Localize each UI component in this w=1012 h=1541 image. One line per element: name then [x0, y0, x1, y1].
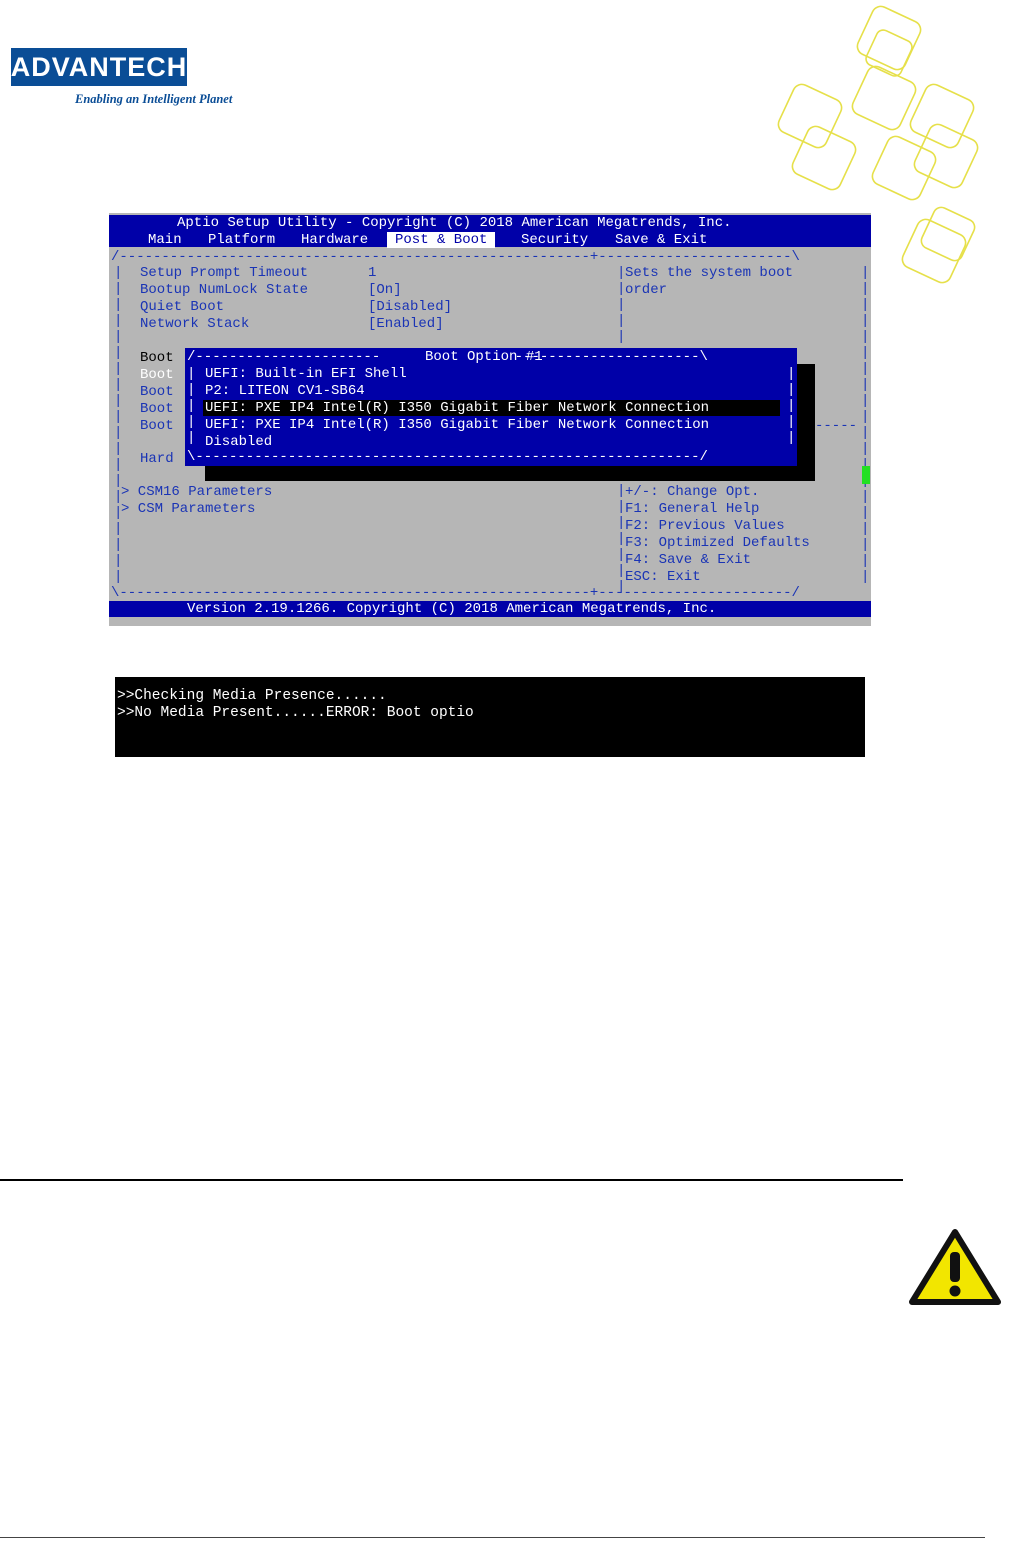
- tab-security[interactable]: Security: [521, 232, 588, 248]
- boot-option[interactable]: Disabled: [205, 434, 272, 450]
- bios-title: Aptio Setup Utility - Copyright (C) 2018…: [177, 215, 732, 231]
- frame-left-border: | | | | | | | | | | | | | | | | | | | |: [114, 265, 123, 585]
- boot-label[interactable]: Hard: [140, 451, 174, 467]
- section-divider: [0, 1179, 903, 1181]
- submenu-csm[interactable]: > CSM Parameters: [121, 501, 255, 517]
- setting-label[interactable]: Network Stack: [140, 316, 249, 332]
- key-hint: ESC: Exit: [625, 569, 701, 585]
- key-hint: +/-: Change Opt.: [625, 484, 760, 500]
- boot-label[interactable]: Boot: [140, 418, 174, 434]
- boot-option[interactable]: UEFI: PXE IP4 Intel(R) I350 Gigabit Fibe…: [205, 417, 709, 433]
- setting-label[interactable]: Setup Prompt Timeout: [140, 265, 308, 281]
- warning-triangle-icon: [909, 1229, 1001, 1305]
- tab-platform[interactable]: Platform: [208, 232, 275, 248]
- frame-bottom-border: \---------------------------------------…: [111, 585, 800, 601]
- scroll-indicator: [862, 466, 870, 484]
- setting-value[interactable]: [On]: [368, 282, 402, 298]
- boot-option[interactable]: UEFI: Built-in EFI Shell: [205, 366, 407, 382]
- logo-tagline: Enabling an Intelligent Planet: [75, 92, 233, 106]
- boot-label[interactable]: Boot: [140, 350, 174, 366]
- tab-save-exit[interactable]: Save & Exit: [615, 232, 707, 248]
- help-text: order: [625, 282, 668, 298]
- console-line: >>Checking Media Presence......: [117, 688, 387, 704]
- key-hint: F3: Optimized Defaults: [625, 535, 810, 551]
- boot-option[interactable]: P2: LITEON CV1-SB64: [205, 383, 365, 399]
- key-hint: F2: Previous Values: [625, 518, 785, 534]
- key-hint: F1: General Help: [625, 501, 760, 517]
- logo-brand: ADVANTECH: [10, 51, 188, 82]
- setting-value[interactable]: [Enabled]: [368, 316, 444, 332]
- setting-label[interactable]: Quiet Boot: [140, 299, 224, 315]
- boot-option-popup: /---------------------- ----------------…: [185, 348, 797, 466]
- popup-border-bottom: \---------------------------------------…: [187, 449, 708, 465]
- setting-value[interactable]: 1: [368, 265, 376, 281]
- tab-hardware[interactable]: Hardware: [301, 232, 368, 248]
- page-footer-line: [0, 1537, 985, 1538]
- tab-main[interactable]: Main: [148, 232, 182, 248]
- console-output: >>Checking Media Presence...... >>No Med…: [115, 677, 865, 757]
- popup-border-side: | | | | |: [787, 366, 796, 446]
- frame-right-border: | | | | | | | | | | | | | | | | | | | |: [861, 265, 870, 585]
- tab-post-boot[interactable]: Post & Boot: [387, 232, 496, 248]
- boot-label[interactable]: Boot: [140, 384, 174, 400]
- boot-option-selected[interactable]: UEFI: PXE IP4 Intel(R) I350 Gigabit Fibe…: [203, 400, 780, 416]
- submenu-csm16[interactable]: > CSM16 Parameters: [121, 484, 272, 500]
- advantech-logo: ADVANTECH: [11, 48, 187, 86]
- boot-label[interactable]: Boot: [140, 401, 174, 417]
- help-divider: -----: [815, 418, 858, 434]
- bios-setup-screen: Aptio Setup Utility - Copyright (C) 2018…: [109, 213, 871, 626]
- boot-label-active[interactable]: Boot: [140, 367, 174, 383]
- frame-top-border: /---------------------------------------…: [111, 249, 800, 265]
- key-hint: F4: Save & Exit: [625, 552, 752, 568]
- help-text: Sets the system boot: [625, 265, 794, 281]
- popup-title: Boot Option #1: [425, 349, 543, 365]
- popup-border-side: | | | | |: [187, 366, 196, 446]
- bios-footer: Version 2.19.1266. Copyright (C) 2018 Am…: [187, 601, 717, 617]
- setting-value[interactable]: [Disabled]: [368, 299, 452, 315]
- console-line: >>No Media Present......ERROR: Boot opti…: [117, 705, 474, 721]
- setting-label[interactable]: Bootup NumLock State: [140, 282, 308, 298]
